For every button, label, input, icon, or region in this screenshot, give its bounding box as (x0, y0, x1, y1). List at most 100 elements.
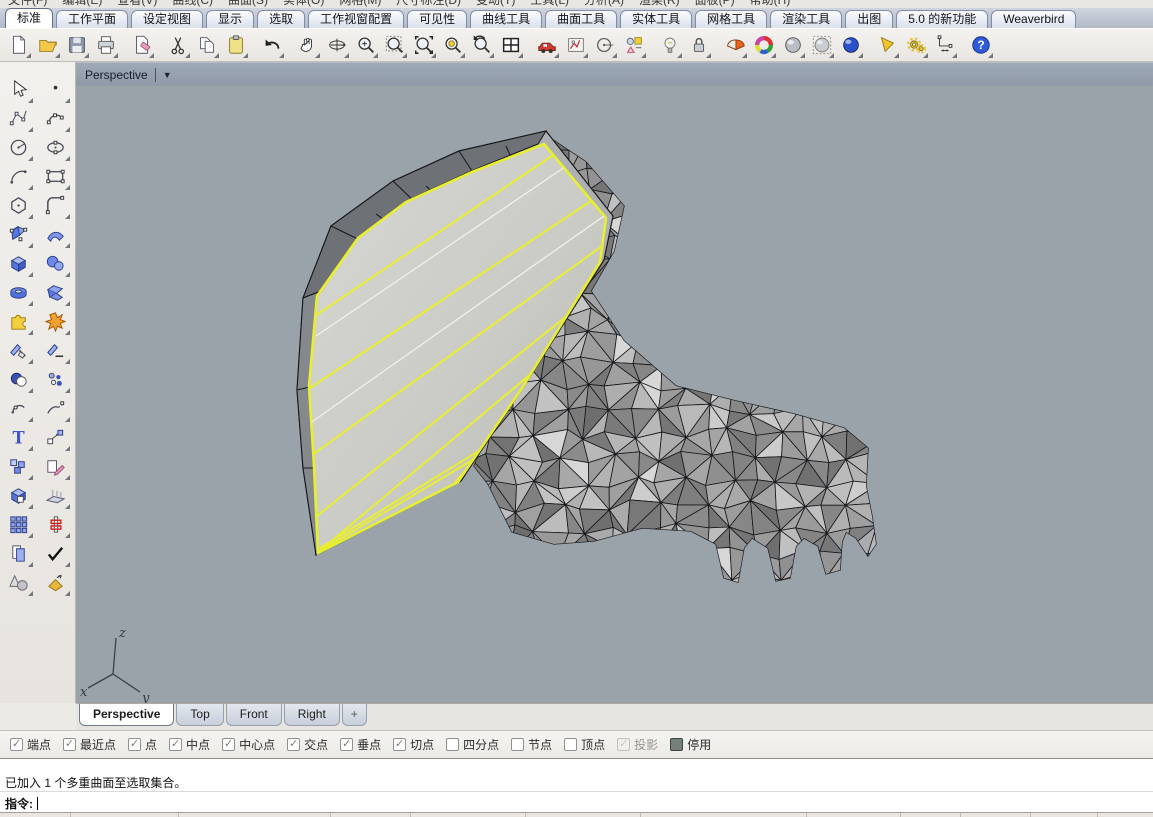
osnap-节点[interactable]: 节点 (511, 736, 552, 753)
osnap-checkbox[interactable]: ✓ (222, 738, 235, 751)
zoom-selected-button[interactable] (438, 30, 467, 60)
surface-from-points-button[interactable] (2, 220, 34, 249)
text-tool-button[interactable]: T (2, 423, 34, 452)
bend-surface-button[interactable] (39, 220, 71, 249)
torus-tool-button[interactable] (2, 278, 34, 307)
menu-item[interactable]: 帮助(H) (750, 0, 791, 7)
selection-filter-button[interactable] (619, 30, 648, 60)
lock-objects-button[interactable] (684, 30, 713, 60)
osnap-切点[interactable]: ✓切点 (393, 736, 434, 753)
toolbar-tab-设定视图[interactable]: 设定视图 (131, 10, 203, 28)
layer-pages-button[interactable] (2, 539, 34, 568)
curve-point-edit-button[interactable] (2, 394, 34, 423)
erase-document-button[interactable] (127, 30, 156, 60)
check-tool-button[interactable] (39, 539, 71, 568)
toolbar-tab-标准[interactable]: 标准 (5, 8, 53, 28)
osnap-checkbox[interactable] (511, 738, 524, 751)
osnap-垂点[interactable]: ✓垂点 (340, 736, 381, 753)
copy-tool-button[interactable] (2, 452, 34, 481)
circle-center-radius-button[interactable] (590, 30, 619, 60)
osnap-checkbox[interactable]: ✓ (393, 738, 406, 751)
fillet-curve-button[interactable] (39, 191, 71, 220)
sphere-tool-button[interactable] (39, 249, 71, 278)
polygon-tool-button[interactable] (2, 191, 34, 220)
four-viewports-button[interactable] (496, 30, 525, 60)
osnap-checkbox[interactable]: ✓ (128, 738, 141, 751)
osnap-点[interactable]: ✓点 (128, 736, 157, 753)
menu-item[interactable]: 面板(P) (695, 0, 735, 7)
interpolate-curve-button[interactable] (39, 104, 71, 133)
osnap-中点[interactable]: ✓中点 (169, 736, 210, 753)
toolbar-tab-网格工具[interactable]: 网格工具 (695, 10, 767, 28)
offset-gold-button[interactable] (39, 568, 71, 597)
toolbar-tab-工作视窗配置[interactable]: 工作视窗配置 (308, 10, 404, 28)
plugin-puzzle-button[interactable] (2, 307, 34, 336)
select-arrow-button[interactable] (2, 75, 34, 104)
menu-item[interactable]: 工具(L) (530, 0, 569, 7)
viewport-tab-right[interactable]: Right (284, 704, 340, 726)
toolbar-tab-显示[interactable]: 显示 (206, 10, 254, 28)
print-button[interactable] (91, 30, 120, 60)
rectangle-tool-button[interactable] (39, 162, 71, 191)
menu-item[interactable]: 尺寸标注(D) (396, 0, 461, 7)
menu-item[interactable]: 曲面(S) (228, 0, 268, 7)
toolbar-tab-渲染工具[interactable]: 渲染工具 (770, 10, 842, 28)
viewport-tab-top[interactable]: Top (176, 704, 223, 726)
toolbar-tab-曲线工具[interactable]: 曲线工具 (470, 10, 542, 28)
osnap-最近点[interactable]: ✓最近点 (63, 736, 116, 753)
arc-tool-button[interactable] (2, 162, 34, 191)
menu-item[interactable]: 编辑(E) (62, 0, 102, 7)
paste-button[interactable] (221, 30, 250, 60)
menu-item[interactable]: 曲线(C) (172, 0, 213, 7)
undo-view-change-button[interactable] (467, 30, 496, 60)
circle-tool-button[interactable] (2, 133, 34, 162)
control-point-curve-button[interactable] (2, 104, 34, 133)
osnap-checkbox[interactable] (564, 738, 577, 751)
copy-button[interactable] (192, 30, 221, 60)
viewport-title-bar[interactable]: Perspective ▼ (76, 62, 1153, 87)
toolbar-tab-可见性[interactable]: 可见性 (407, 10, 467, 28)
menu-item[interactable]: 网格(M) (339, 0, 381, 7)
new-viewport-tab[interactable]: + (342, 704, 367, 726)
move-tool-button[interactable] (39, 423, 71, 452)
pan-view-button[interactable] (293, 30, 322, 60)
toolbar-tab-曲面工具[interactable]: 曲面工具 (545, 10, 617, 28)
open-file-button[interactable] (33, 30, 62, 60)
color-wheel-button[interactable] (749, 30, 778, 60)
help-button[interactable]: ? (966, 30, 995, 60)
plan-drawing-button[interactable] (561, 30, 590, 60)
plane-tool-button[interactable] (39, 452, 71, 481)
trim-tool-button[interactable] (2, 336, 34, 365)
split-tool-button[interactable] (39, 336, 71, 365)
perspective-viewport[interactable]: z x y (76, 86, 1153, 703)
osnap-checkbox[interactable]: ✓ (10, 738, 23, 751)
osnap-中心点[interactable]: ✓中心点 (222, 736, 275, 753)
ellipse-tool-button[interactable] (39, 133, 71, 162)
toolbar-tab-5.0 的新功能[interactable]: 5.0 的新功能 (896, 10, 988, 28)
menu-item[interactable]: 实体(O) (283, 0, 324, 7)
menu-item[interactable]: 分析(A) (584, 0, 624, 7)
menu-item[interactable]: 文件(F) (8, 0, 47, 7)
toolbar-tab-Weaverbird[interactable]: Weaverbird (991, 10, 1076, 28)
undo-button[interactable] (257, 30, 286, 60)
osnap-checkbox[interactable]: ✓ (287, 738, 300, 751)
menu-item[interactable]: 变动(T) (476, 0, 515, 7)
zoom-extents-button[interactable] (409, 30, 438, 60)
explode-tool-button[interactable] (39, 307, 71, 336)
toolbar-tab-实体工具[interactable]: 实体工具 (620, 10, 692, 28)
osnap-checkbox[interactable] (446, 738, 459, 751)
lightbulb-visibility-button[interactable] (655, 30, 684, 60)
toolbar-tab-工作平面[interactable]: 工作平面 (56, 10, 128, 28)
osnap-交点[interactable]: ✓交点 (287, 736, 328, 753)
osnap-端点[interactable]: ✓端点 (10, 736, 51, 753)
rotate-view-button[interactable] (322, 30, 351, 60)
boolean-tool-button[interactable] (2, 365, 34, 394)
osnap-投影[interactable]: ✓投影 (617, 736, 658, 753)
osnap-checkbox[interactable]: ✓ (340, 738, 353, 751)
dimension-button[interactable] (930, 30, 959, 60)
osnap-checkbox[interactable] (670, 738, 683, 751)
extend-curve-button[interactable] (39, 394, 71, 423)
osnap-停用[interactable]: 停用 (670, 736, 711, 753)
menu-item[interactable]: 查看(V) (117, 0, 157, 7)
zoom-dynamic-button[interactable] (351, 30, 380, 60)
